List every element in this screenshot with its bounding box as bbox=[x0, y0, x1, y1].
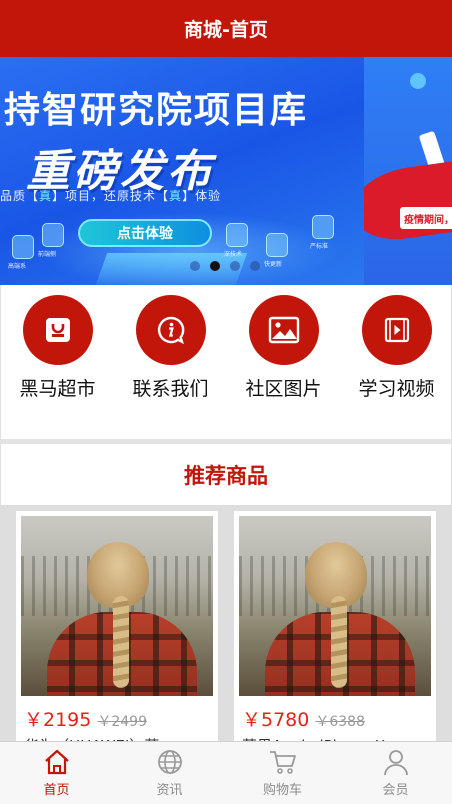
banner-subtitle-part: 】体验 bbox=[182, 189, 222, 203]
globe-icon bbox=[157, 750, 182, 774]
quick-nav-icon-circle bbox=[248, 295, 319, 365]
app-root: 商城-首页 持智研究院项目库 重磅发布 品质【真】项目，还原技术【真】体验 点击… bbox=[0, 0, 452, 804]
tab-label: 首页 bbox=[43, 783, 70, 798]
banner-subtitle-part: 】项目，还原技术【 bbox=[52, 189, 170, 203]
bottom-tab-bar: 首页 资讯 购物车 会员 bbox=[0, 741, 452, 804]
banner-subtitle-highlight: 真 bbox=[169, 189, 183, 203]
red-swoosh-graphic bbox=[364, 158, 452, 246]
photo-braid bbox=[331, 596, 347, 688]
tab-cart[interactable]: 购物车 bbox=[226, 742, 339, 804]
banner-subtitle-highlight: 真 bbox=[39, 189, 53, 203]
home-icon bbox=[44, 749, 69, 775]
cart-icon bbox=[269, 751, 296, 774]
banner-subtitle: 品质【真】项目，还原技术【真】体验 bbox=[0, 187, 221, 204]
quick-nav-item-contact[interactable]: 联系我们 bbox=[114, 295, 227, 401]
banner-slide-current[interactable]: 持智研究院项目库 重磅发布 品质【真】项目，还原技术【真】体验 点击体验 高端系… bbox=[0, 57, 364, 285]
photo-braid bbox=[113, 596, 129, 688]
product-card[interactable]: ￥5780 ￥6388 苹果Apple iPhone X bbox=[234, 511, 436, 755]
tab-news[interactable]: 资讯 bbox=[113, 742, 226, 804]
carousel-dot[interactable] bbox=[190, 261, 200, 271]
quick-nav-icon-circle bbox=[22, 295, 93, 365]
quick-nav-label: 社区图片 bbox=[245, 378, 322, 400]
product-price-row: ￥2195 ￥2499 bbox=[24, 705, 147, 732]
product-grid: ￥2195 ￥2499 华为（HUAWEI）荣 ￥5780 ￥6388 苹果Ap… bbox=[0, 506, 452, 755]
quick-nav-item-videos[interactable]: 学习视频 bbox=[340, 295, 452, 401]
tab-label: 购物车 bbox=[262, 783, 302, 798]
quick-nav-item-gallery[interactable]: 社区图片 bbox=[227, 295, 340, 401]
quick-nav-label: 联系我们 bbox=[132, 378, 209, 400]
product-old-price: ￥6388 bbox=[315, 714, 365, 730]
recommend-section-title: 推荐商品 bbox=[0, 444, 452, 506]
video-play-icon bbox=[384, 317, 409, 343]
product-price: ￥2195 bbox=[24, 709, 92, 731]
feature-chip-icon bbox=[226, 223, 248, 247]
product-price-row: ￥5780 ￥6388 bbox=[242, 705, 365, 732]
carousel-dots bbox=[190, 261, 260, 271]
feature-chip-label: 前端侧 bbox=[38, 251, 57, 258]
quick-nav-icon-circle bbox=[361, 295, 432, 365]
product-card[interactable]: ￥2195 ￥2499 华为（HUAWEI）荣 bbox=[16, 511, 218, 755]
page-title: 商城-首页 bbox=[184, 19, 268, 41]
banner-carousel[interactable]: 持智研究院项目库 重磅发布 品质【真】项目，还原技术【真】体验 点击体验 高端系… bbox=[0, 57, 452, 285]
feature-chip-label: 深技术 bbox=[224, 251, 243, 258]
banner-subtitle-part: 品质【 bbox=[0, 189, 40, 203]
feature-chip-icon bbox=[12, 235, 34, 259]
tab-label: 会员 bbox=[382, 783, 409, 798]
product-image[interactable] bbox=[21, 516, 213, 696]
quick-nav-grid: 黑马超市 联系我们 社区图片 学习视频 bbox=[0, 285, 452, 439]
feature-chip-label: 快更新 bbox=[264, 261, 283, 268]
product-image[interactable] bbox=[239, 516, 431, 696]
quick-nav-item-supermarket[interactable]: 黑马超市 bbox=[1, 295, 114, 401]
banner-title-line1: 持智研究院项目库 bbox=[4, 89, 309, 131]
carousel-dot[interactable] bbox=[250, 261, 260, 271]
quick-nav-icon-circle bbox=[135, 295, 206, 365]
feature-chip-icon bbox=[42, 223, 64, 247]
quick-nav-label: 黑马超市 bbox=[19, 378, 96, 400]
feature-chip-icon bbox=[312, 215, 334, 239]
picture-icon bbox=[268, 316, 299, 344]
tab-home[interactable]: 首页 bbox=[0, 742, 113, 804]
tab-label: 资讯 bbox=[156, 783, 183, 798]
feature-chip-label: 高端系 bbox=[8, 263, 27, 270]
feature-chip-label: 严标准 bbox=[310, 243, 329, 250]
feature-chip-icon bbox=[266, 233, 288, 257]
tab-member[interactable]: 会员 bbox=[339, 742, 452, 804]
quick-nav-label: 学习视频 bbox=[358, 378, 435, 400]
page-header: 商城-首页 bbox=[0, 0, 452, 57]
banner-slide-next[interactable]: 疫情期间， bbox=[364, 57, 452, 285]
recommend-title-text: 推荐商品 bbox=[184, 463, 268, 488]
info-chat-icon bbox=[157, 316, 184, 345]
decor-bubble bbox=[410, 73, 426, 89]
user-icon bbox=[383, 750, 408, 776]
banner-cta-button[interactable]: 点击体验 bbox=[78, 219, 212, 247]
carousel-dot-active[interactable] bbox=[210, 261, 220, 271]
product-price: ￥5780 bbox=[242, 709, 310, 731]
shopping-bag-icon bbox=[45, 318, 70, 342]
banner-side-tag: 疫情期间， bbox=[400, 207, 452, 229]
product-old-price: ￥2499 bbox=[97, 714, 147, 730]
carousel-dot[interactable] bbox=[230, 261, 240, 271]
